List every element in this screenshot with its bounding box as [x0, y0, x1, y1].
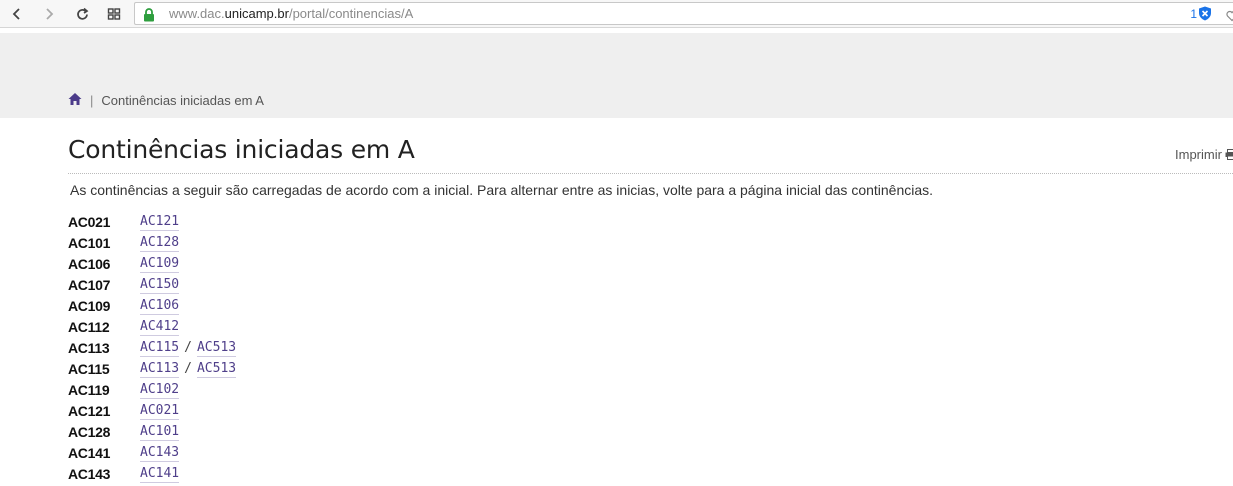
course-code: AC121 — [68, 403, 111, 419]
list-item: AC112 AC412 — [68, 318, 668, 339]
list-item: AC119 AC102 — [68, 381, 668, 402]
course-code: AC106 — [68, 256, 111, 272]
equivalent-course-link[interactable]: AC143 — [140, 445, 180, 462]
list-item: AC107 AC150 — [68, 276, 668, 297]
list-item: AC101 AC128 — [68, 234, 668, 255]
continencias-list: AC021 AC121 AC101 AC128 AC106 AC109 AC107 AC150… — [68, 213, 668, 486]
list-item: AC143 AC141 — [68, 465, 668, 486]
list-item: AC121 AC021 — [68, 402, 668, 423]
speed-dial-icon[interactable] — [103, 3, 125, 25]
equivalent-course-link[interactable]: AC021 — [140, 403, 180, 420]
equivalent-courses: AC021 — [140, 403, 180, 420]
lock-icon — [143, 7, 155, 26]
extension-count: 1 — [1190, 6, 1197, 21]
print-link[interactable]: Imprimir — [1175, 147, 1233, 162]
address-bar[interactable]: www.dac.unicamp.br/portal/continencias/A… — [134, 2, 1233, 25]
equivalent-course-link[interactable]: AC109 — [140, 256, 180, 273]
list-item: AC021 AC121 — [68, 213, 668, 234]
equivalent-course-link[interactable]: AC513 — [196, 361, 237, 378]
intro-text: As continências a seguir são carregadas … — [70, 182, 934, 198]
course-code: AC141 — [68, 445, 111, 461]
reload-icon[interactable] — [71, 3, 93, 25]
equivalent-course-link[interactable]: AC412 — [140, 319, 180, 336]
course-code: AC107 — [68, 277, 111, 293]
course-code: AC113 — [68, 340, 110, 356]
home-icon[interactable] — [68, 92, 82, 109]
course-code: AC143 — [68, 466, 111, 482]
list-item: AC115 AC113 / AC513 — [68, 360, 668, 381]
browser-toolbar: www.dac.unicamp.br/portal/continencias/A… — [0, 0, 1233, 28]
list-item: AC106 AC109 — [68, 255, 668, 276]
equivalent-course-link[interactable]: AC106 — [140, 298, 180, 315]
equivalent-courses: AC109 — [140, 256, 180, 273]
breadcrumb-current: Continências iniciadas em A — [101, 93, 264, 108]
adblock-extension[interactable]: 1 — [1190, 6, 1212, 21]
equivalent-courses: AC141 — [140, 466, 180, 483]
equivalent-courses: AC121 — [140, 214, 180, 231]
equivalent-courses: AC101 — [140, 424, 180, 441]
course-code: AC109 — [68, 298, 111, 314]
equivalent-course-link[interactable]: AC101 — [140, 424, 180, 441]
course-code: AC101 — [68, 235, 111, 251]
equivalent-courses: AC143 — [140, 445, 180, 462]
list-item: AC113 AC115 / AC513 — [68, 339, 668, 360]
equivalent-course-link[interactable]: AC513 — [196, 340, 237, 357]
back-icon[interactable] — [6, 3, 28, 25]
printer-icon — [1225, 149, 1233, 160]
breadcrumb-separator: | — [90, 93, 94, 108]
heart-icon[interactable] — [1226, 7, 1233, 26]
equivalent-courses: AC412 — [140, 319, 180, 336]
list-item: AC128 AC101 — [68, 423, 668, 444]
breadcrumb: | Continências iniciadas em A — [68, 92, 264, 109]
equivalent-course-link[interactable]: AC150 — [140, 277, 180, 294]
equivalent-courses: AC113 / AC513 — [140, 361, 237, 378]
equivalent-separator: / — [184, 361, 192, 376]
course-code: AC119 — [68, 382, 110, 398]
list-item: AC109 AC106 — [68, 297, 668, 318]
course-code: AC128 — [68, 424, 111, 440]
equivalent-courses: AC115 / AC513 — [140, 340, 237, 357]
equivalent-courses: AC106 — [140, 298, 180, 315]
print-label: Imprimir — [1175, 147, 1222, 162]
equivalent-courses: AC102 — [140, 382, 180, 399]
equivalent-courses: AC150 — [140, 277, 180, 294]
page-title: Continências iniciadas em A — [68, 135, 415, 164]
equivalent-separator: / — [184, 340, 192, 355]
equivalent-course-link[interactable]: AC121 — [140, 214, 180, 231]
course-code: AC115 — [68, 361, 110, 377]
url-text: www.dac.unicamp.br/portal/continencias/A — [169, 6, 414, 21]
equivalent-course-link[interactable]: AC115 — [140, 340, 180, 357]
adblock-icon — [1199, 6, 1211, 21]
title-divider — [68, 173, 1233, 174]
course-code: AC112 — [68, 319, 110, 335]
equivalent-course-link[interactable]: AC113 — [140, 361, 180, 378]
equivalent-course-link[interactable]: AC128 — [140, 235, 180, 252]
list-item: AC141 AC143 — [68, 444, 668, 465]
equivalent-courses: AC128 — [140, 235, 180, 252]
course-code: AC021 — [68, 214, 111, 230]
equivalent-course-link[interactable]: AC102 — [140, 382, 180, 399]
forward-icon[interactable] — [38, 3, 60, 25]
